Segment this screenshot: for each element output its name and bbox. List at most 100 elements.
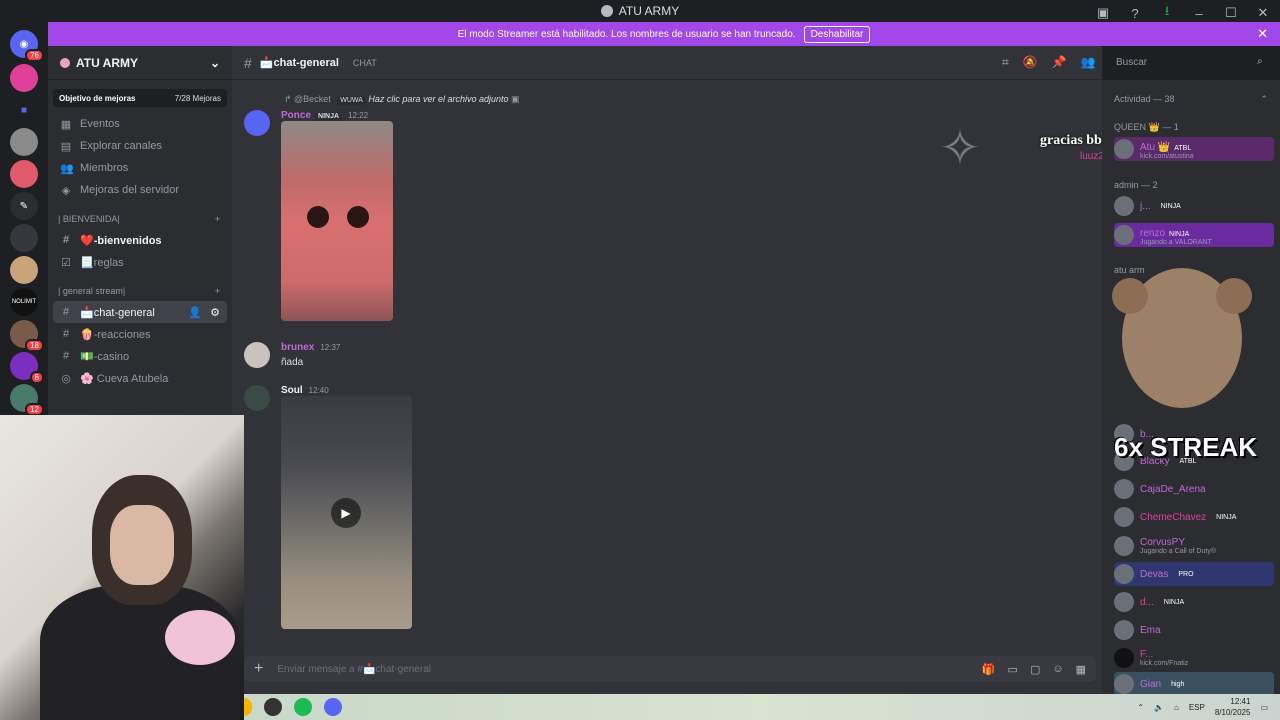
sticker-icon[interactable]: ▢ [1030,663,1040,676]
message-composer[interactable]: + Enviar mensaje a #📩chat-general 🎁 ▭ ▢ … [244,656,1096,682]
nav-members[interactable]: 👥 Miembros [48,157,232,179]
member-item[interactable]: renzo NINJA Jugando a VALORANT [1114,223,1274,247]
channel-reglas[interactable]: ☑ 📃reglas [48,251,232,273]
avatar[interactable] [244,110,270,136]
channel-chat-general[interactable]: # 📩chat-general 👤 ⚙ [53,301,227,323]
avatar [1114,196,1134,216]
category-welcome[interactable]: | BIENVENIDA| + [48,209,232,229]
folder-icon[interactable]: ■ [10,96,38,124]
message-author[interactable]: Ponce NINJA 12:22 [281,110,368,121]
play-icon[interactable]: ▶ [331,498,361,528]
channel-cueva[interactable]: ◎ 🌸 Cueva Atubela [48,367,232,389]
channel-reacciones[interactable]: # 🍿-reacciones [48,323,232,345]
category-label: | BIENVENIDA| [58,214,120,224]
goal-label: Objetivo de mejoras [59,93,136,103]
message-author[interactable]: brunex 12:37 [281,342,340,353]
chevron-up-icon[interactable]: ⌃ [1260,94,1268,105]
avatar[interactable] [244,385,270,411]
member-name: Gian [1140,678,1162,690]
server-header[interactable]: ATU ARMY ⌄ [48,46,232,80]
server-icon[interactable]: 18 [10,320,44,352]
member-item[interactable]: ChemeChavez NINJA [1114,505,1274,529]
close-banner-icon[interactable]: ✕ [1257,26,1268,42]
rules-icon: ☑ [61,256,71,269]
add-channel-icon[interactable]: + [215,214,220,224]
download-icon[interactable]: ⭳ [1158,2,1176,24]
server-icon[interactable]: ✎ [10,192,38,220]
server-icon[interactable] [10,224,38,252]
member-item[interactable]: d... NINJA [1114,590,1274,614]
gif-icon[interactable]: ▭ [1008,663,1018,676]
gift-icon[interactable]: 🎁 [982,663,996,676]
browse-icon: ▤ [60,140,72,153]
server-icon[interactable] [10,160,38,188]
member-item[interactable]: CorvusPY Jugando a Call of Duty® [1114,534,1274,558]
discord-icon[interactable] [324,698,342,716]
threads-icon[interactable]: ⌗ [1002,55,1009,70]
member-item[interactable]: F... kick.com/Fnatiz [1114,646,1274,670]
video-attachment[interactable]: ▶ [281,396,412,629]
member-item[interactable]: Ema [1114,618,1274,642]
add-attachment-icon[interactable]: + [254,660,263,678]
avatar [1114,139,1134,159]
server-list: ◉ 76 ■ ✎ NOLIMIT 18 6 12 [0,22,48,417]
member-item[interactable]: CajaDe_Arena [1114,477,1274,501]
nav-label: Explorar canales [80,140,162,152]
search-input[interactable]: Buscar [1110,52,1272,74]
boost-goal[interactable]: Objetivo de mejoras 7/28 Mejoras [53,89,227,107]
spotify-icon[interactable] [294,698,312,716]
home-button[interactable]: ◉ 76 [10,30,44,62]
app-icon[interactable] [264,698,282,716]
window-title: ATU ARMY [618,4,680,18]
hash-icon: # [62,234,70,246]
cat-image-attachment[interactable] [281,121,393,321]
close-window-button[interactable]: ✕ [1254,5,1272,21]
nav-events[interactable]: ▦ Eventos [48,113,232,135]
server-icon[interactable]: NOLIMIT [10,288,38,316]
avatar[interactable] [244,342,270,368]
channel-casino[interactable]: # 💵-casino [48,345,232,367]
server-icon[interactable]: 12 [10,384,44,416]
category-general[interactable]: | general stream| + [48,281,232,301]
member-tag: PRO [1178,570,1194,578]
language-indicator[interactable]: ESP [1189,703,1205,712]
server-icon[interactable] [10,128,38,156]
invite-icon[interactable]: 👤 [188,306,202,319]
maximize-button[interactable]: ☐ [1222,5,1240,21]
member-item[interactable]: Gian high [1114,672,1274,694]
channel-bienvenidos[interactable]: # ❤️-bienvenidos [48,229,232,251]
help-icon[interactable]: ? [1126,6,1144,21]
nav-server-boosts[interactable]: ◈ Mejoras del servidor [48,179,232,201]
server-icon[interactable]: 6 [10,352,44,384]
message-text: ñada [281,357,304,368]
reply-preview[interactable]: ↱ @Becket WUWA Haz clic para ver el arch… [284,94,520,105]
pin-icon[interactable]: 📌 [1052,55,1067,70]
mute-icon[interactable]: 🔕 [1023,55,1038,70]
message-author[interactable]: Soul 12:40 [281,385,329,396]
author-name: Ponce [281,110,312,121]
clock[interactable]: 12:41 8/10/2025 [1215,696,1251,718]
add-channel-icon[interactable]: + [215,286,220,296]
volume-icon[interactable]: 🔈 [1154,703,1164,712]
avatar [1114,536,1134,556]
network-icon[interactable]: ⌂ [1174,703,1179,712]
inbox-icon[interactable]: ▣ [1094,5,1112,21]
notifications-icon[interactable]: ▭ [1260,703,1268,712]
member-item[interactable]: Atu 👑 ATBL kick.com/atustina [1114,137,1274,161]
minimize-button[interactable]: – [1190,6,1208,21]
tray-chevron-icon[interactable]: ⌃ [1137,703,1144,712]
chrome-icon[interactable] [244,698,252,716]
apps-icon[interactable]: ▦ [1076,663,1086,676]
disable-streamer-button[interactable]: Deshabilitar [803,25,871,43]
emoji-icon[interactable]: ☺ [1052,663,1063,676]
member-item[interactable]: j... NINJA [1114,194,1274,218]
member-item[interactable]: Devas PRO [1114,562,1274,586]
member-list-icon[interactable]: 👥 [1081,55,1096,70]
message-input[interactable]: Enviar mensaje a #📩chat-general [277,664,968,675]
reply-tag: WUWA [337,96,366,105]
server-icon[interactable] [10,64,38,92]
gear-icon[interactable]: ⚙ [210,306,220,319]
member-name: renzo [1140,228,1166,239]
nav-browse-channels[interactable]: ▤ Explorar canales [48,135,232,157]
server-icon[interactable] [10,256,38,284]
